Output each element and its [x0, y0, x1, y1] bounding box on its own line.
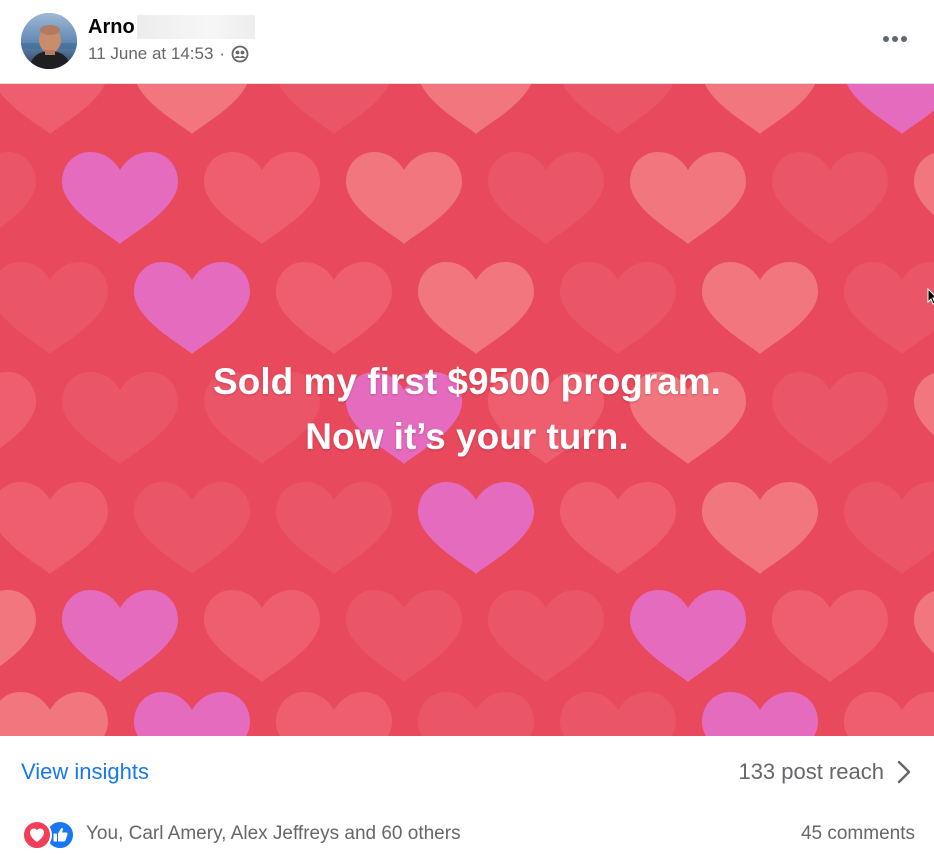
- avatar-image: [21, 13, 77, 69]
- post-text-line-1: Sold my first $9500 program.: [213, 361, 721, 402]
- friends-icon[interactable]: [231, 45, 249, 63]
- post-text-line-2: Now it’s your turn.: [305, 416, 629, 457]
- avatar[interactable]: [21, 13, 77, 69]
- facebook-post: Arno 11 June at 14:53 · Sold my first $9…: [0, 0, 934, 854]
- reactions-row: You, Carl Amery, Alex Jeffreys and 60 ot…: [0, 812, 934, 854]
- reactions-summary[interactable]: You, Carl Amery, Alex Jeffreys and 60 ot…: [86, 822, 461, 846]
- chevron-right-icon[interactable]: [894, 758, 914, 786]
- author-name-wrap[interactable]: Arno: [88, 15, 255, 41]
- comments-count[interactable]: 45 comments: [801, 822, 915, 846]
- more-options-icon[interactable]: [878, 24, 912, 54]
- author-name-redaction: [137, 15, 255, 39]
- post-header: Arno 11 June at 14:53 ·: [0, 0, 934, 84]
- view-insights-link[interactable]: View insights: [21, 758, 149, 786]
- insights-row: View insights 133 post reach: [0, 736, 934, 806]
- post-reach-count[interactable]: 133 post reach: [738, 758, 884, 786]
- reaction-icons[interactable]: [22, 820, 78, 850]
- heart-shape: [844, 692, 934, 736]
- meta-separator: ·: [219, 44, 226, 63]
- mouse-cursor-icon: [927, 288, 934, 305]
- author-name[interactable]: Arno: [88, 16, 135, 38]
- post-image-text: Sold my first $9500 program. Now it’s yo…: [0, 354, 934, 464]
- post-image[interactable]: Sold my first $9500 program. Now it’s yo…: [0, 84, 934, 736]
- post-meta: 11 June at 14:53 ·: [88, 43, 249, 65]
- love-reaction-icon: [22, 820, 52, 850]
- post-timestamp[interactable]: 11 June at 14:53: [88, 43, 213, 65]
